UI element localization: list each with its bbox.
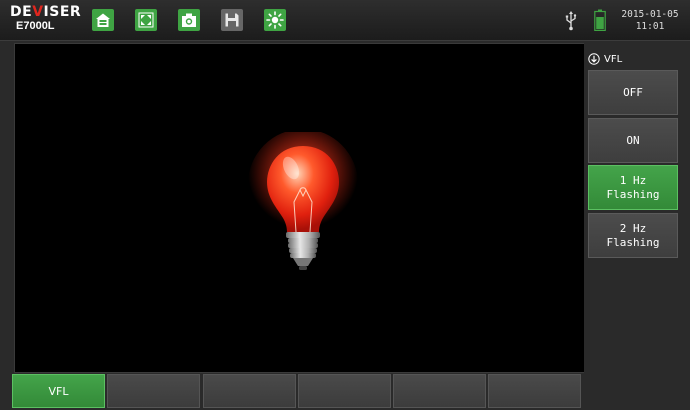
brand-logo: DEVISER E7000L <box>10 4 82 33</box>
tab-6[interactable] <box>488 374 581 408</box>
save-icon <box>225 13 239 27</box>
home-icon <box>96 13 110 27</box>
tab-5[interactable] <box>393 374 486 408</box>
brightness-button[interactable] <box>264 9 286 31</box>
camera-icon <box>182 13 196 27</box>
tab-vfl[interactable]: VFL <box>12 374 105 408</box>
brightness-icon <box>266 11 284 29</box>
fullscreen-button[interactable] <box>135 9 157 31</box>
vfl-on-label: ON <box>626 133 640 147</box>
home-button[interactable] <box>92 9 114 31</box>
side-menu: VFL OFF ON 1 Hz Flashing 2 Hz Flashing <box>584 42 690 410</box>
tab-3[interactable] <box>203 374 296 408</box>
light-bulb-icon <box>248 132 358 270</box>
screenshot-button[interactable] <box>178 9 200 31</box>
vfl-2hz-label: 2 Hz Flashing <box>606 221 660 249</box>
save-button[interactable] <box>221 9 243 31</box>
vfl-off-button[interactable]: OFF <box>588 70 678 115</box>
model-name: E7000L <box>16 20 55 32</box>
vfl-display <box>14 43 585 373</box>
battery-icon <box>594 9 606 31</box>
time-text: 11:01 <box>635 21 665 32</box>
menu-header: VFL <box>588 51 622 67</box>
vfl-1hz-flashing-button[interactable]: 1 Hz Flashing <box>588 165 678 210</box>
brand-name: DEVISER <box>10 4 82 20</box>
vfl-1hz-label: 1 Hz Flashing <box>606 173 660 201</box>
tab-2[interactable] <box>107 374 200 408</box>
chevron-down-circle-icon <box>588 53 600 65</box>
tab-vfl-label: VFL <box>48 384 69 398</box>
fullscreen-icon <box>138 12 154 28</box>
vfl-on-button[interactable]: ON <box>588 118 678 163</box>
vfl-2hz-flashing-button[interactable]: 2 Hz Flashing <box>588 213 678 258</box>
date-time: 2015-01-05 11:01 <box>614 9 686 33</box>
menu-title: VFL <box>604 53 623 65</box>
date-text: 2015-01-05 <box>621 9 679 20</box>
usb-icon <box>565 11 577 31</box>
vfl-off-label: OFF <box>623 85 643 99</box>
top-bar: DEVISER E7000L 2015-01-05 11:01 <box>0 0 690 41</box>
tab-4[interactable] <box>298 374 391 408</box>
